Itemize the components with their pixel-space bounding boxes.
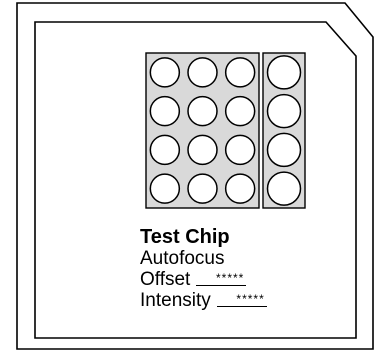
- reference-well-2: [266, 93, 302, 129]
- well-2-2: [187, 95, 218, 127]
- chip-title: Test Chip: [140, 226, 230, 248]
- well-4-2: [187, 173, 218, 204]
- well-1-2: [187, 57, 218, 88]
- reference-well-1: [266, 55, 302, 90]
- well-3-3: [224, 134, 256, 166]
- reference-well-4: [266, 171, 302, 206]
- chip-subtitle: Autofocus: [140, 248, 225, 269]
- intensity-row: Intensity *****: [140, 290, 267, 311]
- well-2-3: [224, 95, 256, 127]
- well-1-1: [149, 57, 181, 88]
- chip-diagram: Test Chip Autofocus Offset ***** Intensi…: [0, 0, 376, 352]
- offset-value: *****: [196, 272, 247, 286]
- chip-label-block: Test Chip Autofocus Offset ***** Intensi…: [140, 226, 267, 311]
- well-1-3: [224, 57, 256, 88]
- reference-well-3: [266, 132, 302, 168]
- well-4-3: [224, 173, 256, 204]
- well-4-1: [149, 173, 181, 204]
- offset-label: Offset: [140, 269, 191, 290]
- well-3-1: [149, 134, 181, 166]
- well-2-1: [149, 95, 181, 127]
- well-3-2: [187, 134, 218, 166]
- intensity-label: Intensity: [140, 290, 211, 311]
- offset-row: Offset *****: [140, 269, 267, 290]
- intensity-value: *****: [216, 293, 267, 307]
